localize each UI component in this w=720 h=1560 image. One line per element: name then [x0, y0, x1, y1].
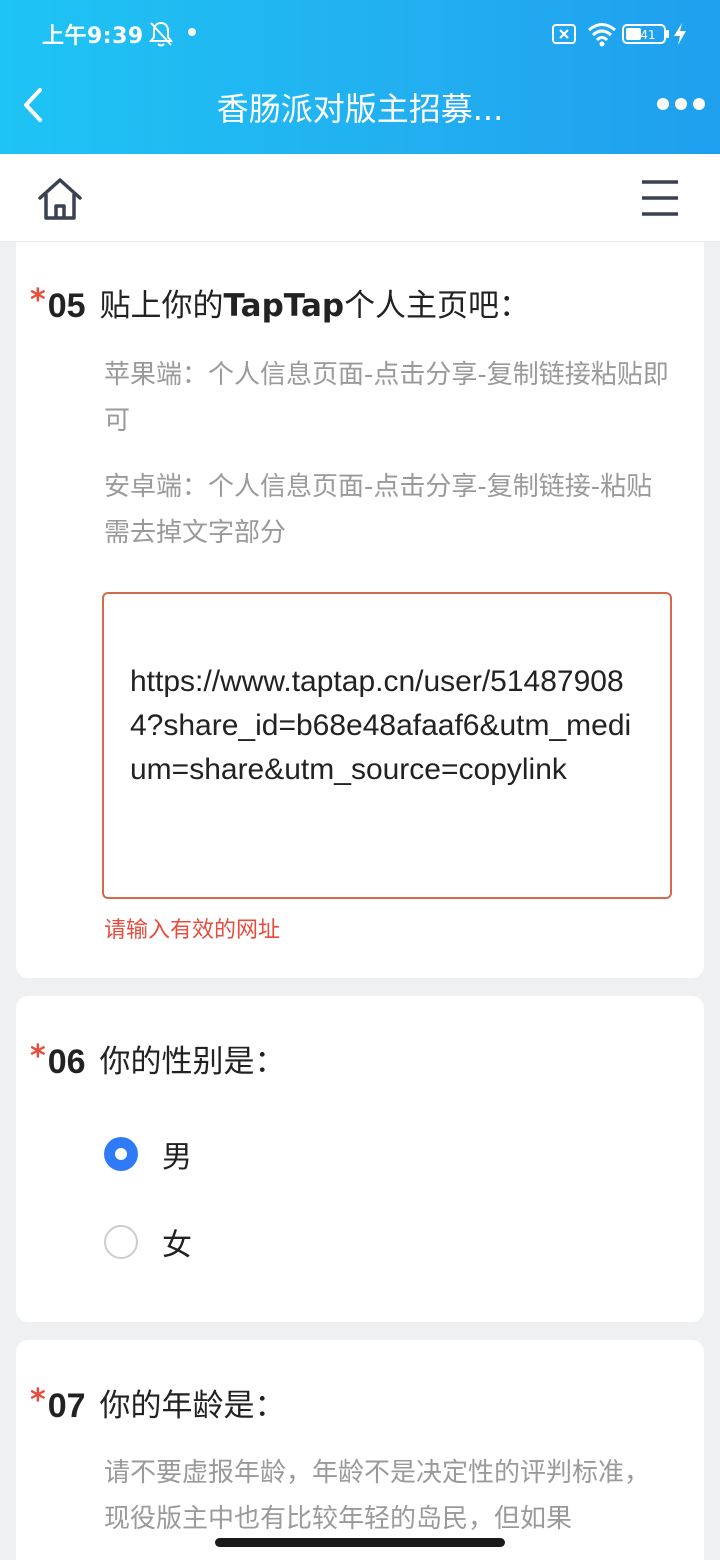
bell-muted-icon: [149, 21, 173, 47]
question-header: * 07 你的年龄是：: [30, 1386, 286, 1426]
option-label: 女: [162, 1228, 192, 1263]
battery-icon: 41: [622, 24, 670, 44]
charging-bolt-icon: [674, 23, 686, 45]
radio-selected-icon[interactable]: [104, 1137, 138, 1171]
hint-ios: 苹果端：个人信息页面-点击分享-复制链接粘贴即可: [104, 360, 669, 436]
question-card-07: * 07 你的年龄是： 请不要虚报年龄，年龄不是决定性的评判标准，现役版主中也有…: [16, 1340, 704, 1560]
question-hint: 请不要虚报年龄，年龄不是决定性的评判标准，现役版主中也有比较年轻的岛民，但如果: [104, 1458, 651, 1534]
notification-dot-icon: [188, 28, 196, 36]
required-star: *: [30, 1039, 46, 1074]
status-time: 上午9:39: [42, 24, 144, 49]
question-header: * 05 贴上你的TapTap个人主页吧：: [30, 286, 530, 326]
required-star: *: [30, 283, 46, 318]
web-toolbar: [0, 154, 720, 242]
validation-error: 请输入有效的网址: [104, 918, 281, 943]
hint-android: 安卓端：个人信息页面-点击分享-复制链接-粘贴需去掉文字部分: [104, 472, 653, 548]
question-number: 05: [47, 287, 86, 325]
question-header: * 06 你的性别是：: [30, 1042, 286, 1082]
back-button[interactable]: [14, 80, 54, 130]
option-label: 男: [162, 1140, 192, 1175]
question-card-06: * 06 你的性别是： 男 女: [16, 996, 704, 1322]
battery-level: 41: [640, 28, 655, 42]
more-options-button[interactable]: [656, 96, 706, 112]
gender-option-male[interactable]: 男: [104, 1132, 192, 1176]
question-text: 贴上你的TapTap个人主页吧：: [100, 286, 531, 326]
navigation-bar: 香肠派对版主招募...: [0, 70, 720, 154]
question-text-suffix: 个人主页吧：: [344, 288, 531, 324]
question-text: 你的性别是：: [99, 1044, 286, 1080]
status-bar: 上午9:39 41: [0, 0, 720, 70]
gender-option-female[interactable]: 女: [104, 1220, 192, 1264]
question-text-brand: TapTap: [223, 288, 345, 324]
question-text-prefix: 贴上你的: [99, 288, 224, 324]
hamburger-menu-button[interactable]: [640, 178, 680, 218]
app-header: 上午9:39 41 香肠派对版主招募...: [0, 0, 720, 154]
home-indicator[interactable]: [215, 1538, 505, 1547]
required-star: *: [30, 1383, 46, 1418]
wifi-icon: [588, 23, 616, 47]
question-number: 06: [47, 1043, 86, 1081]
question-card-05: * 05 贴上你的TapTap个人主页吧： 苹果端：个人信息页面-点击分享-复制…: [16, 242, 704, 978]
question-number: 07: [47, 1387, 86, 1425]
question-text: 你的年龄是：: [99, 1388, 286, 1424]
page-title: 香肠派对版主招募...: [216, 90, 504, 128]
profile-url-input[interactable]: https://www.taptap.cn/user/514879084?sha…: [102, 592, 672, 899]
radio-unselected-icon[interactable]: [104, 1225, 138, 1259]
home-button[interactable]: [36, 176, 84, 222]
sim-card-off-icon: [552, 24, 576, 44]
